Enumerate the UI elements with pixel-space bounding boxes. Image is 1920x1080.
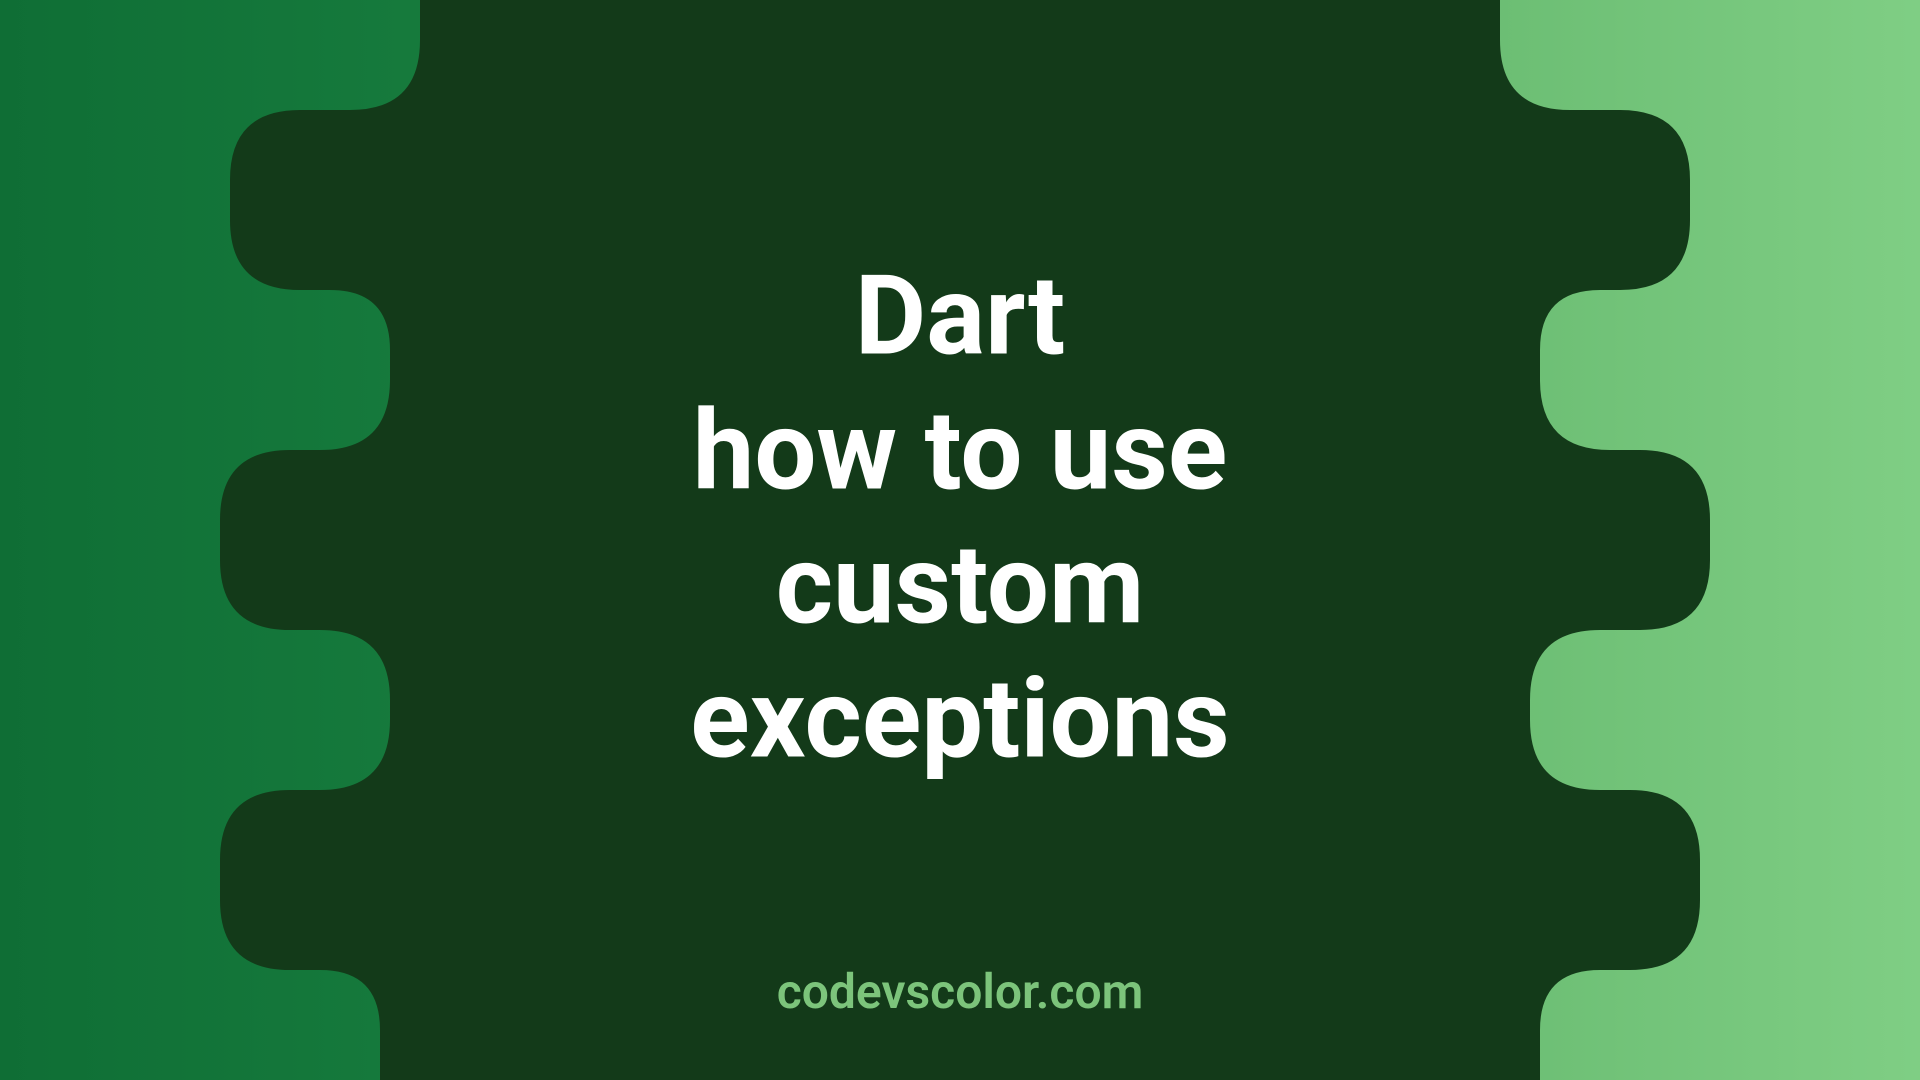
- hero-card: Dart how to use custom exceptions codevs…: [0, 0, 1920, 1080]
- hero-title: Dart how to use custom exceptions: [690, 250, 1229, 787]
- site-label: codevscolor.com: [777, 963, 1144, 1020]
